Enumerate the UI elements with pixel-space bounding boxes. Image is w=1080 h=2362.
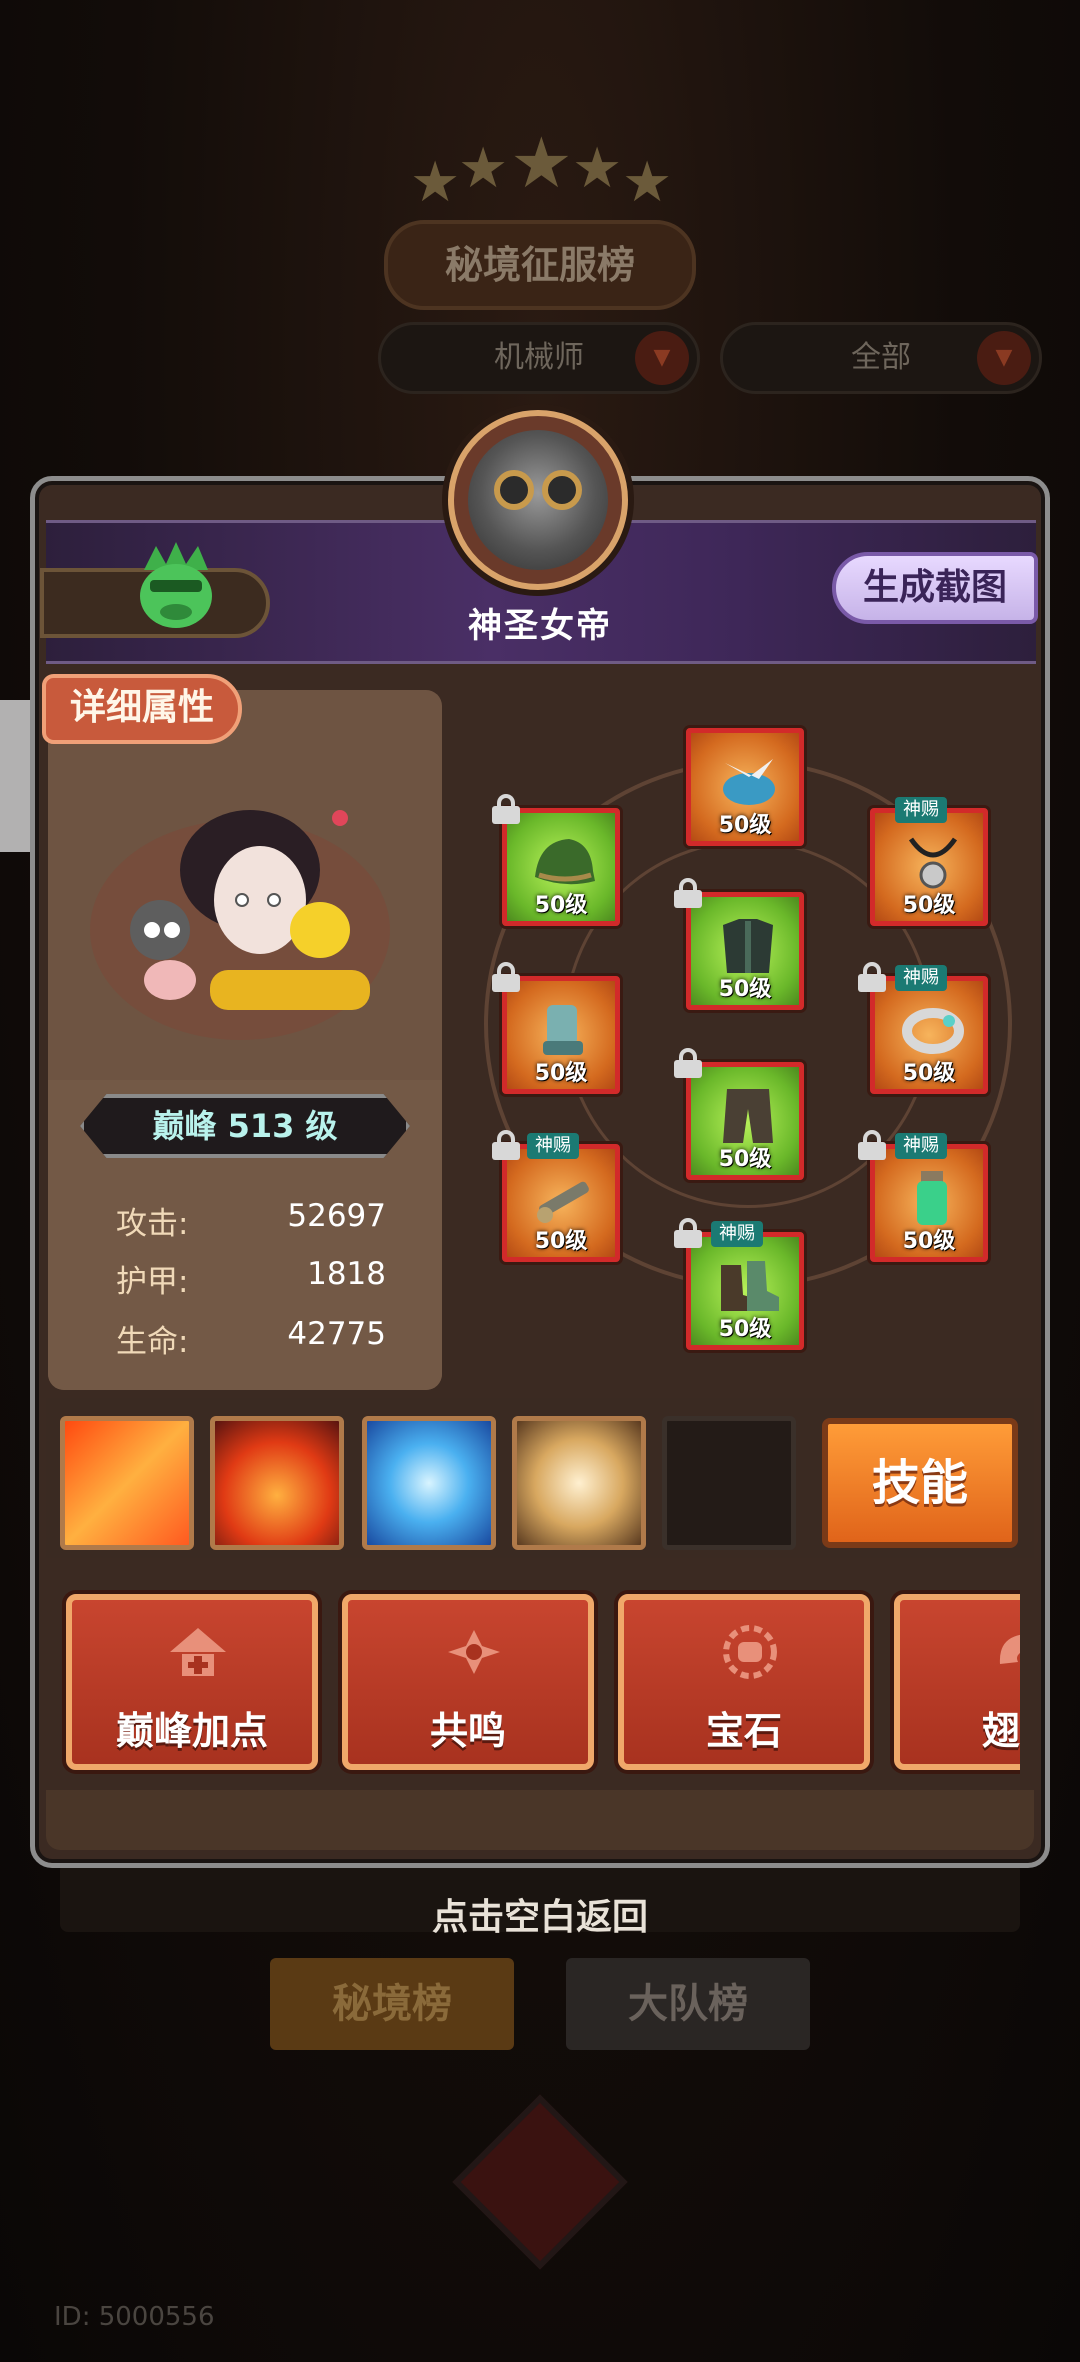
peak-up-icon (170, 1628, 226, 1676)
stat-armor: 护甲: 1818 (116, 1256, 386, 1306)
stat-value: 42775 (287, 1316, 386, 1352)
avatar (468, 430, 608, 570)
equip-slot-weapon[interactable]: 神赐 50级 (502, 1133, 620, 1262)
wing-icon (999, 1635, 1020, 1664)
wings-button[interactable]: 翅膀 (894, 1594, 1020, 1770)
equip-slot-armor[interactable]: 50级 (686, 892, 804, 1010)
resonance-icon (448, 1630, 500, 1674)
lock-icon (674, 1048, 702, 1078)
god-gift-tag: 神赐 (711, 1221, 763, 1247)
resonance-button[interactable]: 共鸣 (342, 1594, 594, 1770)
panel-footer (46, 1790, 1034, 1850)
tab-secret-rank[interactable]: 秘境榜 (270, 1958, 514, 2050)
gauntlet-icon (543, 1005, 583, 1055)
chevron-down-icon: ▼ (977, 331, 1031, 385)
goggle-right-icon (542, 470, 582, 510)
empty-skill-slot[interactable] (662, 1416, 796, 1550)
stat-value: 1818 (307, 1256, 386, 1292)
item-level: 50级 (902, 893, 956, 918)
god-gift-tag: 神赐 (895, 797, 947, 823)
god-gift-tag: 神赐 (527, 1133, 579, 1159)
dismiss-hint[interactable]: 点击空白返回 (0, 1888, 1080, 1940)
god-gift-tag: 神赐 (895, 1133, 947, 1159)
lock-icon (674, 878, 702, 908)
item-level: 50级 (718, 1317, 772, 1342)
scope-filter-value: 全部 (851, 340, 911, 375)
ring-icon (902, 1008, 964, 1054)
skills-button[interactable]: 技能 (822, 1418, 1018, 1548)
stat-value: 52697 (287, 1198, 386, 1234)
equip-slot-ornament[interactable]: 50级 (686, 728, 804, 846)
green-pet-icon (140, 542, 212, 628)
leaderboard-title: 秘境征服榜 (384, 220, 696, 310)
syringe-gun-icon (537, 1181, 589, 1223)
equip-slot-potion[interactable]: 神赐 50级 (870, 1133, 988, 1262)
hero-portrait (90, 810, 390, 1040)
equip-slot-helmet[interactable]: 50级 (502, 808, 620, 926)
fish-ornament-icon (723, 759, 775, 805)
pants-icon (723, 1089, 773, 1143)
class-filter-dropdown[interactable]: 机械师 ▼ (378, 322, 700, 394)
item-level: 50级 (718, 977, 772, 1002)
equip-slot-boots[interactable]: 神赐 50级 (686, 1221, 804, 1350)
lock-icon (858, 962, 886, 992)
player-name: 神圣女帝 (468, 606, 612, 646)
stat-health: 生命: 42775 (116, 1316, 386, 1366)
boots-icon (721, 1261, 779, 1311)
button-label: 共鸣 (429, 1709, 506, 1753)
potion-icon (917, 1171, 947, 1225)
lock-icon (858, 1130, 886, 1160)
stat-label: 攻击: (116, 1206, 189, 1242)
necklace-icon (908, 837, 958, 889)
detail-attributes-tab[interactable]: 详细属性 (42, 674, 242, 744)
item-level: 50级 (718, 1147, 772, 1172)
item-level: 50级 (534, 1229, 588, 1254)
stat-attack: 攻击: 52697 (116, 1198, 386, 1248)
whirlwind-icon[interactable] (512, 1416, 646, 1550)
helmet-icon (535, 839, 595, 885)
item-level: 50级 (902, 1061, 956, 1086)
equip-slot-gloves[interactable]: 50级 (502, 976, 620, 1094)
scope-filter-dropdown[interactable]: 全部 ▼ (720, 322, 1042, 394)
peak-points-button[interactable]: 巅峰加点 (66, 1594, 318, 1770)
armor-icon (723, 919, 773, 973)
rank-stars: ★ ★ ★ ★ ★ (410, 122, 673, 215)
item-level: 50级 (534, 893, 588, 918)
button-label: 翅膀 (981, 1709, 1020, 1753)
stat-label: 护甲: (116, 1264, 189, 1300)
function-buttons-row: 巅峰加点 共鸣 宝石 翅膀 (46, 1576, 1020, 1786)
stat-label: 生命: (116, 1324, 189, 1360)
equip-slot-pants[interactable]: 50级 (686, 1062, 804, 1180)
lock-icon (492, 794, 520, 824)
tab-team-rank[interactable]: 大队榜 (566, 1958, 810, 2050)
gem-button[interactable]: 宝石 (618, 1594, 870, 1770)
generate-screenshot-button[interactable]: 生成截图 (832, 552, 1038, 624)
item-level: 50级 (902, 1229, 956, 1254)
class-filter-value: 机械师 (494, 340, 584, 375)
gem-icon (723, 1625, 777, 1679)
ice-crystal-icon[interactable] (362, 1416, 496, 1550)
god-gift-tag: 神赐 (895, 965, 947, 991)
goggle-left-icon (494, 470, 534, 510)
fire-slash-icon[interactable] (60, 1416, 194, 1550)
equip-slot-necklace[interactable]: 神赐 50级 (870, 797, 988, 926)
button-label: 宝石 (705, 1709, 782, 1753)
lock-icon (492, 1130, 520, 1160)
equip-slot-ring[interactable]: 神赐 50级 (870, 965, 988, 1094)
chevron-down-icon: ▼ (635, 331, 689, 385)
peak-rank-plate: 巅峰 513 级 (80, 1094, 410, 1158)
user-id: ID: 5000556 (54, 2302, 215, 2332)
button-label: 巅峰加点 (115, 1709, 268, 1753)
lock-icon (674, 1218, 702, 1248)
item-level: 50级 (718, 813, 772, 838)
item-level: 50级 (534, 1061, 588, 1086)
flame-burst-icon[interactable] (210, 1416, 344, 1550)
lock-icon (492, 962, 520, 992)
